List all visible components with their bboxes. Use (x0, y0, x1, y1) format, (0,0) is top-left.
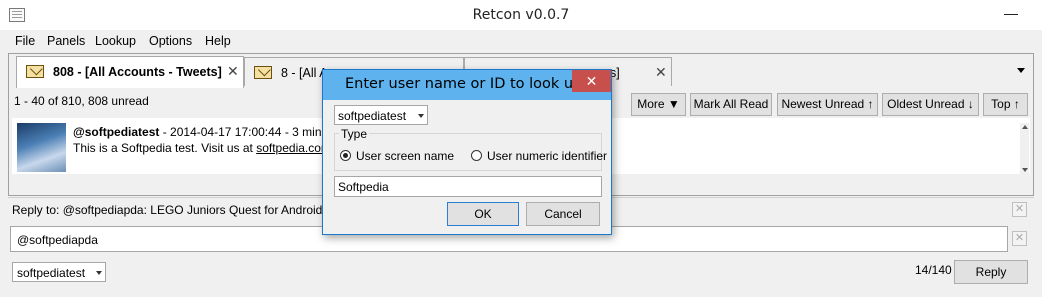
tweet-text: This is a Softpedia test. Visit us at so… (73, 141, 331, 155)
radio-screen-name-label[interactable]: User screen name (356, 149, 454, 163)
lookup-dialog: Enter user name or ID to look up ✕ softp… (322, 69, 612, 235)
type-label: Type (339, 127, 370, 141)
tweet-user[interactable]: @softpediatest (73, 125, 159, 139)
dialog-title-bar: Enter user name or ID to look up ✕ (323, 70, 611, 100)
account-select-value: softpediatest (17, 266, 86, 280)
scroll-up-icon[interactable] (1022, 125, 1028, 129)
clear-reply-button[interactable]: ✕ (1012, 202, 1027, 217)
tweet-header: @softpediatest - 2014-04-17 17:00:44 - 3… (73, 125, 338, 139)
lookup-input-value: Softpedia (338, 180, 389, 194)
avatar[interactable] (17, 123, 66, 172)
radio-numeric-id[interactable] (471, 150, 482, 161)
account-select[interactable]: softpediatest (12, 262, 106, 282)
reply-button[interactable]: Reply (954, 260, 1028, 284)
menu-help[interactable]: Help (205, 34, 231, 48)
mark-all-read-button[interactable]: Mark All Read (690, 93, 772, 116)
top-button[interactable]: Top ↑ (983, 93, 1028, 116)
reply-to-label: Reply to: @softpediapda: LEGO Juniors Qu… (12, 203, 353, 217)
tab-close-icon[interactable]: ✕ (227, 63, 239, 80)
tweet-meta: - 2014-04-17 17:00:44 - 3 minute (159, 125, 339, 139)
dialog-account-select[interactable]: softpediatest (334, 105, 428, 125)
tab-close-icon[interactable]: ✕ (655, 64, 667, 81)
tweet-body: This is a Softpedia test. Visit us at (73, 141, 257, 155)
compose-value: @softpediapda (17, 233, 98, 247)
dialog-title: Enter user name or ID to look up (345, 76, 583, 92)
oldest-unread-button[interactable]: Oldest Unread ↓ (882, 93, 979, 116)
menu-file[interactable]: File (15, 34, 35, 48)
menu-lookup[interactable]: Lookup (95, 34, 136, 48)
chevron-down-icon (96, 271, 102, 275)
tab-label: 808 - [All Accounts - Tweets] (53, 65, 222, 79)
tab-overflow-icon[interactable] (1017, 68, 1025, 73)
envelope-icon (26, 65, 44, 78)
radio-screen-name[interactable] (340, 150, 351, 161)
radio-numeric-id-label[interactable]: User numeric identifier (487, 149, 607, 163)
cancel-button[interactable]: Cancel (526, 202, 600, 226)
menu-panels[interactable]: Panels (47, 34, 85, 48)
window-title: Retcon v0.0.7 (472, 7, 570, 23)
minimize-icon[interactable] (1004, 14, 1018, 15)
tweet-link[interactable]: softpedia.com (256, 141, 331, 155)
tab-all-accounts-tweets[interactable]: 808 - [All Accounts - Tweets] ✕ (16, 56, 244, 88)
close-icon[interactable]: ✕ (572, 70, 611, 92)
newest-unread-button[interactable]: Newest Unread ↑ (777, 93, 878, 116)
clear-compose-button[interactable]: ✕ (1012, 231, 1027, 246)
char-count: 14/140 (915, 263, 952, 277)
lookup-input[interactable]: Softpedia (334, 176, 602, 197)
more-button[interactable]: More ▼ (631, 93, 686, 116)
menu-options[interactable]: Options (149, 34, 192, 48)
timeline-count: 1 - 40 of 810, 808 unread (14, 94, 149, 108)
menu-bar: File Panels Lookup Options Help (0, 30, 1042, 51)
envelope-icon (254, 66, 272, 79)
dialog-account-value: softpediatest (338, 109, 407, 123)
tweet-scrollbar[interactable] (1020, 123, 1029, 174)
chevron-down-icon (418, 114, 424, 118)
scroll-down-icon[interactable] (1022, 168, 1028, 172)
title-bar: Retcon v0.0.7 (0, 0, 1042, 30)
ok-button[interactable]: OK (447, 202, 519, 226)
